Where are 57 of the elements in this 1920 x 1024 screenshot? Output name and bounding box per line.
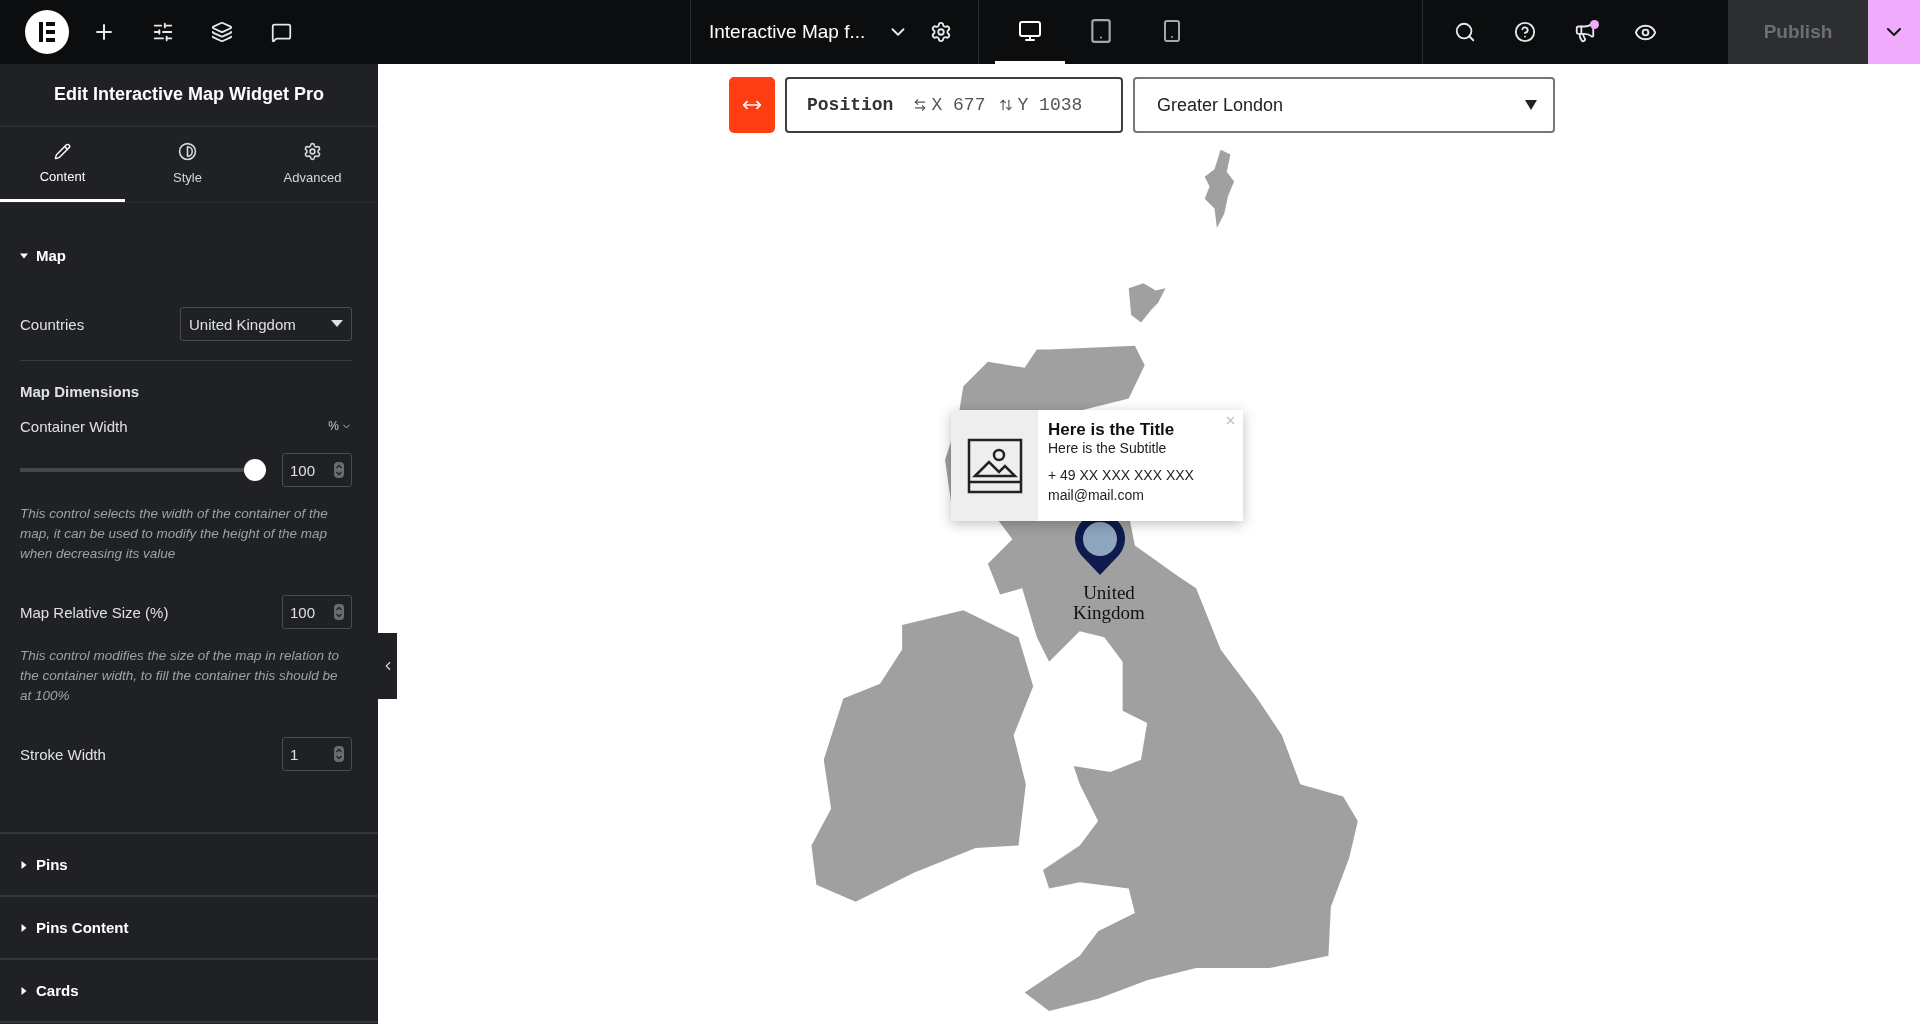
tablet-icon	[1088, 17, 1114, 44]
layers-icon	[211, 21, 233, 43]
sliders-icon	[152, 21, 174, 43]
image-icon	[966, 437, 1023, 494]
move-button[interactable]	[729, 77, 775, 133]
caret-icon	[20, 860, 28, 869]
card-subtitle: Here is the Subtitle	[1048, 440, 1168, 456]
field-label: Stroke Width	[20, 745, 106, 763]
panel-tab[interactable]: Advanced	[250, 127, 375, 202]
megaphone-icon	[1574, 21, 1596, 43]
stepper-icon[interactable]	[334, 462, 344, 478]
section-heading: Map Dimensions	[20, 383, 141, 400]
settings-icon	[929, 21, 952, 43]
close-icon	[1224, 414, 1237, 427]
settings-icon	[303, 141, 322, 161]
section-toggle[interactable]: Pins Content	[20, 919, 129, 936]
dropdown-icon	[1525, 100, 1537, 110]
search-icon	[1454, 21, 1476, 43]
field-label: Container Width	[20, 417, 128, 435]
help-text: This control selects the width of the container of the map, it can be used to modify the height of the map when decreasing its value	[20, 505, 329, 563]
vertical-arrows-icon	[999, 98, 1014, 112]
panel-tab[interactable]: Content	[0, 127, 125, 202]
dropdown-icon	[331, 320, 343, 328]
position-label: Position	[807, 95, 894, 115]
map-region-label: United Kingdom	[1072, 583, 1146, 623]
app-logo[interactable]	[25, 10, 69, 54]
card-title: Here is the Title	[1048, 420, 1176, 440]
slider-thumb[interactable]	[244, 459, 266, 481]
document-title[interactable]: Interactive Map f...	[709, 21, 866, 43]
caret-icon	[20, 251, 28, 260]
panel-tab[interactable]: Style	[125, 127, 250, 202]
stepper-icon[interactable]	[334, 746, 344, 762]
countries-select[interactable]: United Kingdom	[180, 307, 352, 341]
desktop-icon	[1018, 18, 1042, 43]
caret-icon	[20, 923, 28, 932]
contrast-icon	[178, 141, 197, 161]
section-toggle[interactable]: Pins	[20, 856, 68, 873]
chat-icon	[270, 21, 292, 43]
field-label: Countries	[20, 315, 85, 333]
card-email: mail@mail.com	[1048, 486, 1145, 505]
help-icon	[1514, 21, 1536, 43]
caret-icon	[20, 986, 28, 995]
x-coordinate: X 677	[931, 95, 986, 115]
number-input[interactable]: 100	[282, 453, 352, 487]
y-coordinate: Y 1038	[1017, 95, 1083, 115]
section-toggle[interactable]: Map	[20, 247, 66, 264]
help-text: This control modifies the size of the map in relation to the container width, to fill the container this should be at 100%	[20, 647, 340, 705]
number-input[interactable]: 1	[282, 737, 352, 771]
pencil-icon	[54, 142, 71, 160]
unit-select[interactable]: %	[328, 419, 352, 433]
section-toggle[interactable]: Cards	[20, 982, 79, 999]
horizontal-arrows-icon	[913, 98, 928, 112]
field-label: Map Relative Size (%)	[20, 603, 169, 621]
region-select[interactable]: Greater London	[1133, 77, 1555, 133]
number-input[interactable]: 100	[282, 595, 352, 629]
card-phone: + 49 XX XXX XXX XXX	[1048, 466, 1195, 485]
stepper-icon[interactable]	[334, 604, 344, 620]
